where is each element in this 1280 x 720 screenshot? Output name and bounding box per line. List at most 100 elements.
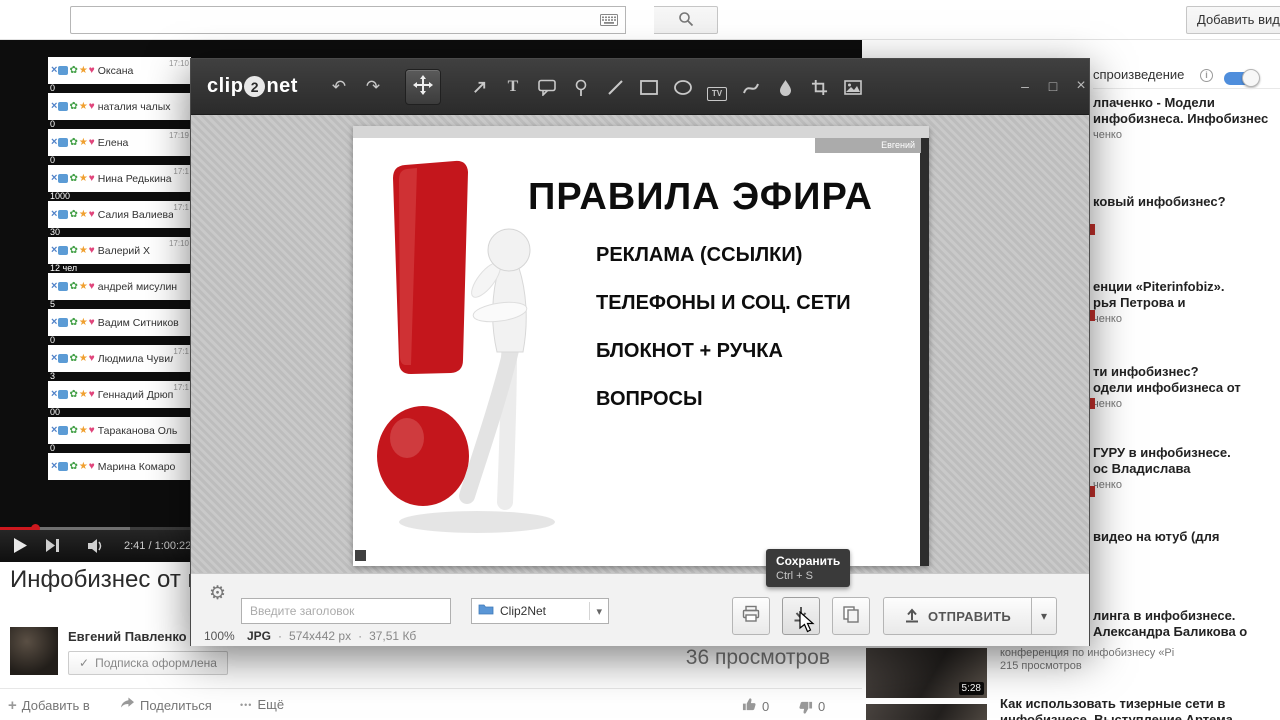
rectangle-tool-icon[interactable] — [637, 76, 661, 98]
ellipse-tool-icon[interactable] — [671, 76, 695, 98]
search-icon — [678, 11, 694, 30]
like-button[interactable]: 0 — [742, 697, 769, 715]
add-to-button[interactable]: + Добавить в — [8, 697, 90, 714]
slide-bullet-list: РЕКЛАМА (ССЫЛКИ) ТЕЛЕФОНЫ И СОЦ. СЕТИ БЛ… — [596, 244, 851, 436]
related-video-channel[interactable]: ченко — [1093, 129, 1122, 141]
chat-row[interactable]: × ✿ ★ ♥ Елена 17:19 — [48, 129, 191, 156]
chat-row[interactable]: × ✿ ★ ♥ Геннадий Дрюп 17:1 — [48, 381, 191, 408]
autoplay-toggle[interactable] — [1224, 69, 1260, 87]
view-count: 36 просмотров — [685, 646, 830, 669]
related-video-title[interactable]: енции «Piterinfobiz». — [1093, 279, 1225, 294]
related-video-title[interactable]: ос Владислава — [1093, 461, 1191, 476]
play-button[interactable] — [14, 538, 27, 558]
keyboard-icon[interactable] — [600, 13, 618, 31]
chat-row[interactable]: × ✿ ★ ♥ андрей мисулин — [48, 273, 191, 300]
slide-bullet: БЛОКНОТ + РУЧКА — [596, 340, 783, 362]
channel-avatar[interactable] — [10, 627, 58, 675]
print-button[interactable] — [732, 597, 770, 635]
volume-button[interactable] — [88, 539, 106, 558]
title-input[interactable] — [241, 598, 451, 624]
chat-bubble-icon — [58, 462, 69, 471]
search-input[interactable] — [70, 6, 626, 34]
related-video-channel[interactable]: ченко — [1093, 313, 1122, 325]
duration-badge: 5:28 — [958, 682, 984, 695]
chat-row[interactable]: × ✿ ★ ♥ Оксана 17:10 — [48, 57, 191, 84]
related-video-title[interactable]: ГУРУ в инфобизнесе. — [1093, 445, 1231, 460]
related-video-channel[interactable]: ченко — [1093, 479, 1122, 491]
related-video-title[interactable]: ти инфобизнес? — [1093, 364, 1199, 379]
callout-tool-icon[interactable] — [535, 76, 559, 98]
video-thumbnail[interactable]: 5:28 — [866, 648, 987, 698]
x-icon: × — [51, 64, 58, 76]
dislike-button[interactable]: 0 — [798, 697, 825, 715]
related-video-title[interactable]: лпаченко - Модели — [1093, 95, 1215, 110]
chat-row[interactable]: × ✿ ★ ♥ Салия Валиева 17:1 — [48, 201, 191, 228]
maximize-button[interactable]: □ — [1043, 78, 1063, 94]
pin-tool-icon[interactable] — [569, 76, 593, 98]
chat-count: 3 — [50, 371, 56, 381]
channel-name[interactable]: Евгений Павленко — [68, 629, 187, 644]
minimize-button[interactable]: – — [1015, 78, 1035, 94]
chat-row[interactable]: × ✿ ★ ♥ Людмила Чувил 17:1 — [48, 345, 191, 372]
x-icon: × — [51, 244, 58, 256]
tv-capture-icon[interactable]: TV — [705, 80, 729, 102]
related-video-title[interactable]: ковый инфобизнес? — [1093, 194, 1226, 209]
related-video-channel[interactable]: конференция по инфобизнесу «Рi — [1000, 647, 1174, 659]
star-icon: ★ — [78, 172, 88, 184]
text-tool-icon[interactable]: T — [501, 76, 525, 98]
chat-row[interactable]: × ✿ ★ ♥ Валерий Х 17:10 — [48, 237, 191, 264]
search-button[interactable] — [654, 6, 718, 34]
curve-tool-icon[interactable] — [739, 76, 763, 98]
x-icon: × — [51, 352, 58, 364]
redo-icon[interactable]: ↷ — [361, 76, 385, 98]
blur-tool-icon[interactable] — [773, 76, 797, 98]
related-video-channel[interactable]: ченко — [1093, 398, 1122, 410]
subscribe-button[interactable]: ✓ Подписка оформлена — [68, 651, 228, 675]
share-button[interactable]: Поделиться — [120, 697, 212, 713]
chat-row[interactable]: × ✿ ★ ♥ Нина Редькина 17:1 — [48, 165, 191, 192]
heart-icon: ♥ — [88, 460, 95, 472]
video-thumbnail[interactable] — [866, 704, 987, 720]
send-button[interactable]: ОТПРАВИТЬ — [883, 597, 1032, 635]
related-video-title[interactable]: видео на ютуб (для — [1093, 529, 1219, 544]
next-button[interactable] — [46, 539, 61, 557]
add-to-label: Добавить в — [21, 698, 90, 713]
folder-select[interactable]: Clip2Net ▾ — [471, 598, 609, 624]
chat-row[interactable]: × ✿ ★ ♥ наталия чалых — [48, 93, 191, 120]
move-tool-button[interactable] — [405, 69, 441, 105]
autoplay-label: спроизведение — [1093, 67, 1185, 82]
folder-icon — [478, 602, 494, 620]
clip2net-canvas[interactable]: Евгений ПРАВИЛА ЭФИРА РЕКЛАМА (ССЫЛКИ) Т… — [191, 115, 1089, 573]
heart-icon: ♥ — [88, 100, 95, 112]
info-icon[interactable]: i — [1200, 69, 1213, 82]
add-video-button[interactable]: Добавить виде — [1186, 6, 1280, 34]
flower-icon: ✿ — [69, 136, 78, 148]
captured-image[interactable]: Евгений ПРАВИЛА ЭФИРА РЕКЛАМА (ССЫЛКИ) Т… — [353, 126, 929, 566]
image-tool-icon[interactable] — [841, 76, 865, 98]
undo-icon[interactable]: ↶ — [327, 76, 351, 98]
more-button[interactable]: ••• Ещё — [240, 697, 284, 712]
chat-count: 30 — [50, 227, 61, 237]
related-video-title[interactable]: линга в инфобизнесе. — [1093, 608, 1235, 623]
related-video-title[interactable]: инфобизнеса. Инфобизнес — [1093, 111, 1268, 126]
related-video-title[interactable]: Как использовать тизерные сети в — [1000, 696, 1225, 711]
clip2net-window: clip 2 net ↶ ↷ T TV – □ × Евгений ПРАВИЛ… — [190, 58, 1090, 646]
arrow-tool-icon[interactable] — [467, 76, 491, 98]
star-icon: ★ — [78, 64, 88, 76]
close-button[interactable]: × — [1071, 78, 1091, 94]
chat-row[interactable]: × ✿ ★ ♥ Марина Комаро — [48, 453, 191, 480]
chat-row[interactable]: × ✿ ★ ♥ Тараканова Оль — [48, 417, 191, 444]
related-video-title[interactable]: одели инфобизнеса от — [1093, 380, 1241, 395]
image-format: JPG — [247, 629, 272, 643]
related-video-title[interactable]: Александра Баликова о — [1093, 624, 1247, 639]
line-tool-icon[interactable] — [603, 76, 627, 98]
send-options-button[interactable]: ▾ — [1031, 597, 1057, 635]
separator-dot: · — [358, 629, 363, 643]
crop-tool-icon[interactable] — [807, 76, 831, 98]
clip2net-titlebar[interactable]: clip 2 net ↶ ↷ T TV – □ × — [191, 59, 1089, 115]
settings-gear-icon[interactable]: ⚙ — [209, 582, 226, 605]
copy-button[interactable] — [832, 597, 870, 635]
related-video-title[interactable]: рья Петрова и — [1093, 295, 1185, 310]
related-video-title[interactable]: инфобизнесе. Выступление Артема — [1000, 712, 1233, 720]
chat-row[interactable]: × ✿ ★ ♥ Вадим Ситников — [48, 309, 191, 336]
